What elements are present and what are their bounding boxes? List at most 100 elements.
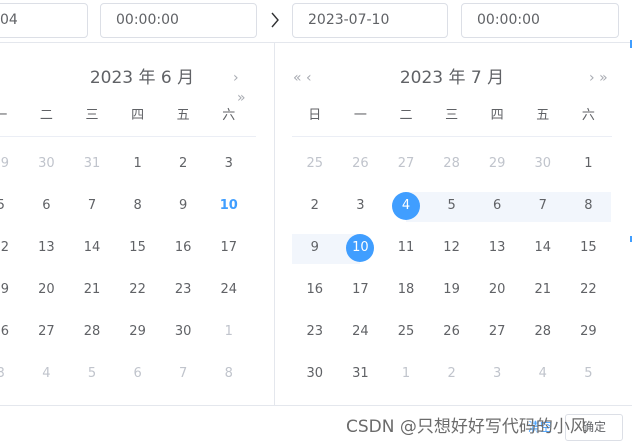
calendar-day-cell[interactable]: 18: [383, 269, 429, 311]
calendar-day-cell[interactable]: 2: [429, 353, 475, 395]
calendar-day-cell[interactable]: 30: [520, 143, 566, 185]
weekday-label: 六: [581, 108, 595, 123]
start-date-field[interactable]: [0, 3, 88, 38]
next-month-icon[interactable]: ›: [589, 70, 594, 86]
prev-month-icon[interactable]: ‹: [306, 70, 311, 86]
calendar-day-cell[interactable]: 12: [0, 227, 24, 269]
calendar-day-cell[interactable]: 17: [338, 269, 384, 311]
end-time-field[interactable]: [461, 3, 619, 38]
calendar-day-cell[interactable]: 23: [160, 269, 206, 311]
calendar-day-number: 1: [224, 324, 233, 339]
calendar-day-number: 28: [443, 156, 460, 171]
calendar-day-cell[interactable]: 6: [115, 353, 161, 395]
calendar-day-cell[interactable]: 24: [206, 269, 252, 311]
weekday-label: 二: [399, 108, 413, 123]
calendar-day-cell[interactable]: 31: [338, 353, 384, 395]
calendar-day-cell[interactable]: 26: [0, 311, 24, 353]
calendar-day-cell[interactable]: 27: [474, 311, 520, 353]
calendar-day-cell[interactable]: 3: [206, 143, 252, 185]
start-time-field[interactable]: [100, 3, 257, 38]
calendar-day-number: 24: [220, 282, 238, 297]
calendar-day-cell[interactable]: 20: [24, 269, 70, 311]
calendar-day-cell[interactable]: 20: [474, 269, 520, 311]
calendar-day-cell[interactable]: 3: [338, 185, 384, 227]
calendar-day-cell[interactable]: 5: [566, 353, 612, 395]
calendar-day-cell[interactable]: 28: [429, 143, 475, 185]
left-weekday-header: 一 二 三 四 五 六: [0, 102, 252, 130]
calendar-day-cell[interactable]: 13: [474, 227, 520, 269]
calendar-day-cell[interactable]: 30: [292, 353, 338, 395]
calendar-day-cell[interactable]: 10: [206, 185, 252, 227]
calendar-day-cell[interactable]: 13: [24, 227, 70, 269]
calendar-day-cell[interactable]: 5: [69, 353, 115, 395]
calendar-day-number: 22: [580, 282, 597, 297]
calendar-day-number: 19: [443, 282, 460, 297]
calendar-day-cell[interactable]: 26: [338, 143, 384, 185]
calendar-day-cell[interactable]: 15: [566, 227, 612, 269]
calendar-day-cell[interactable]: 21: [520, 269, 566, 311]
calendar-day-cell[interactable]: 22: [115, 269, 161, 311]
calendar-day-number: 2: [310, 198, 319, 213]
next-month-icon[interactable]: ›: [233, 70, 238, 86]
calendar-day-cell[interactable]: 17: [206, 227, 252, 269]
calendar-day-cell[interactable]: 9: [160, 185, 206, 227]
calendar-day-cell[interactable]: 29: [566, 311, 612, 353]
calendar-day-cell[interactable]: 16: [292, 269, 338, 311]
calendar-day-cell[interactable]: 29: [474, 143, 520, 185]
calendar-day-cell[interactable]: 8: [115, 185, 161, 227]
calendar-day-cell[interactable]: 8: [206, 353, 252, 395]
calendar-day-cell[interactable]: 30: [24, 143, 70, 185]
prev-year-icon[interactable]: «: [293, 70, 301, 86]
calendar-day-cell[interactable]: 21: [69, 269, 115, 311]
calendar-day-cell[interactable]: 31: [69, 143, 115, 185]
calendar-day-cell[interactable]: 29: [115, 311, 161, 353]
calendar-day-cell[interactable]: 15: [115, 227, 161, 269]
calendar-day-cell[interactable]: 28: [520, 311, 566, 353]
calendar-day-cell[interactable]: 1: [206, 311, 252, 353]
calendar-day-cell[interactable]: 4: [24, 353, 70, 395]
calendar-day-cell[interactable]: 14: [69, 227, 115, 269]
calendar-day-cell[interactable]: 27: [24, 311, 70, 353]
next-year-icon[interactable]: »: [599, 70, 607, 86]
calendar-day-cell[interactable]: 5: [0, 185, 24, 227]
end-date-field[interactable]: [292, 3, 448, 38]
calendar-day-cell[interactable]: 7: [160, 353, 206, 395]
calendar-day-cell[interactable]: 3: [0, 353, 24, 395]
start-time-input[interactable]: [116, 4, 256, 37]
calendar-day-number: 26: [0, 324, 10, 339]
calendar-day-cell[interactable]: 19: [429, 269, 475, 311]
calendar-day-cell[interactable]: 26: [429, 311, 475, 353]
right-calendar-title: 2023 年 7 月: [399, 68, 505, 88]
calendar-day-cell[interactable]: 4: [520, 353, 566, 395]
calendar-day-number: 9: [310, 240, 319, 255]
calendar-day-cell[interactable]: 25: [383, 311, 429, 353]
calendar-day-cell[interactable]: 1: [566, 143, 612, 185]
calendar-day-cell[interactable]: 11: [383, 227, 429, 269]
weekday-label: 三: [85, 108, 99, 123]
calendar-day-cell[interactable]: 25: [292, 143, 338, 185]
start-date-input[interactable]: [0, 4, 87, 37]
end-time-input[interactable]: [477, 4, 618, 37]
end-date-input[interactable]: [308, 4, 447, 37]
calendar-day-cell[interactable]: 12: [429, 227, 475, 269]
calendar-day-cell[interactable]: 2: [160, 143, 206, 185]
calendar-day-cell[interactable]: 30: [160, 311, 206, 353]
calendar-day-cell[interactable]: 7: [69, 185, 115, 227]
calendar-day-cell[interactable]: 14: [520, 227, 566, 269]
calendar-day-cell[interactable]: 29: [0, 143, 24, 185]
calendar-day-cell[interactable]: 22: [566, 269, 612, 311]
calendar-day-number: 16: [306, 282, 324, 297]
calendar-day-cell[interactable]: 3: [474, 353, 520, 395]
calendar-day-cell[interactable]: 1: [115, 143, 161, 185]
calendar-day-cell[interactable]: 19: [0, 269, 24, 311]
calendar-day-cell[interactable]: 1: [383, 353, 429, 395]
calendar-day-cell[interactable]: 2: [292, 185, 338, 227]
calendar-day-cell[interactable]: 6: [24, 185, 70, 227]
calendar-day-cell[interactable]: 28: [69, 311, 115, 353]
calendar-day-number: 14: [83, 240, 101, 255]
footer-divider: [0, 405, 632, 406]
calendar-day-cell[interactable]: 24: [338, 311, 384, 353]
calendar-day-cell[interactable]: 16: [160, 227, 206, 269]
calendar-day-cell[interactable]: 27: [383, 143, 429, 185]
calendar-day-cell[interactable]: 23: [292, 311, 338, 353]
